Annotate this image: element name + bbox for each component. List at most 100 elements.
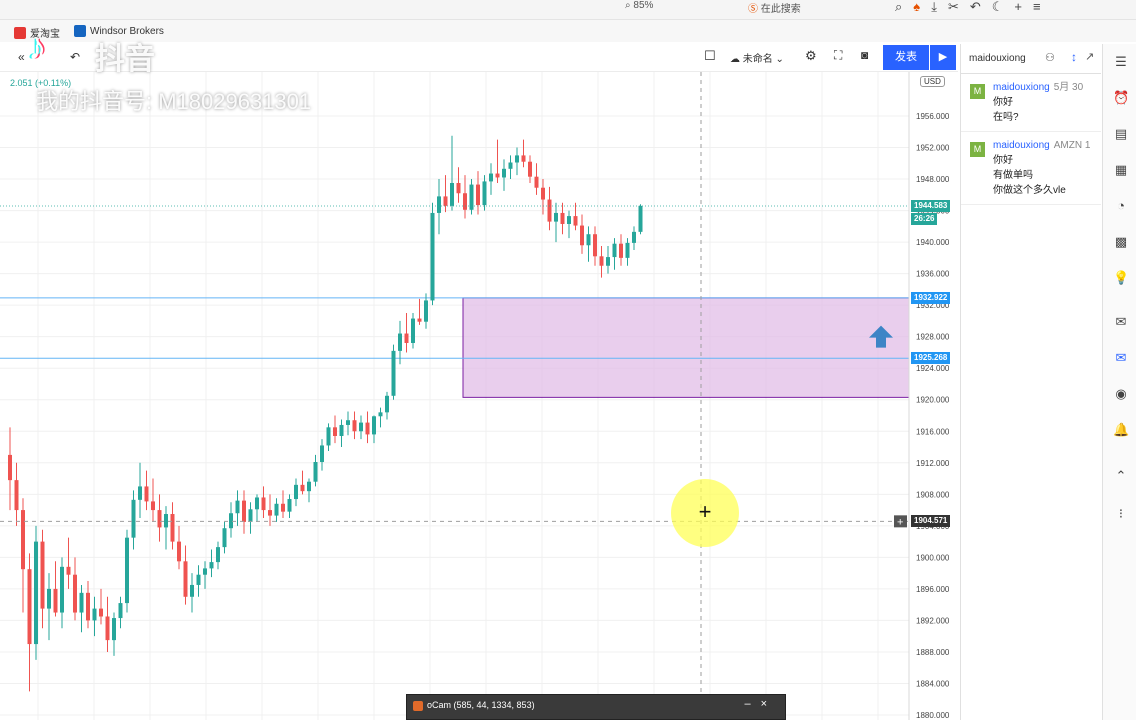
ocam-window[interactable]: oCam (585, 44, 1334, 853) –× (406, 694, 786, 720)
candle-body (261, 497, 266, 511)
currency-tag[interactable]: USD (920, 76, 945, 87)
candle-body (424, 300, 428, 322)
right-icon-sidebar: ☰ ⏰ ▤ ▦ ◔ ▩ 💡 ✉ ✉ ◉ 🔔 ⌃ ⁝ (1102, 44, 1136, 720)
messages-icon[interactable]: ✉ (1113, 350, 1129, 366)
more-icon[interactable]: ⁝ (1113, 506, 1129, 522)
play-icon[interactable]: ▶ (930, 45, 956, 70)
chevron-up-icon[interactable]: ⌃ (1113, 468, 1129, 484)
price-tag: 1925.268 (911, 352, 951, 365)
candle-body (404, 333, 409, 343)
candle-body (105, 616, 110, 641)
calendar-icon[interactable]: ▦ (1113, 162, 1129, 178)
candle-body (352, 420, 357, 432)
close-icon[interactable]: × (761, 698, 777, 710)
undo-icon[interactable]: ↶ (970, 0, 992, 14)
camera-icon[interactable]: ◙ (861, 48, 868, 62)
y-tick-label: 1896.000 (916, 585, 950, 594)
publish-button[interactable]: 发表 (883, 45, 929, 70)
candle-body (333, 427, 337, 436)
new-tab-icon[interactable]: + (1014, 0, 1033, 14)
candle-body (8, 454, 12, 481)
chat-message[interactable]: M maidouxiong 5月 30 你好 在吗? (961, 74, 1101, 132)
chart-icon[interactable]: ◔ (1113, 198, 1129, 214)
fullscreen-icon[interactable]: ⛶ (834, 48, 842, 63)
zoom-indicator[interactable]: ⌕ 85% (625, 0, 653, 11)
candle-body (463, 193, 467, 210)
price-chart[interactable]: + 1956.0001952.0001948.0001944.0001940.0… (0, 72, 958, 720)
search-icon[interactable]: ⌕ (895, 0, 913, 14)
add-user-icon[interactable]: ⚇ (1045, 51, 1055, 64)
candle-body (456, 182, 461, 194)
chat-line: 你做这个多久vle (993, 185, 1066, 196)
candle-body (599, 256, 604, 266)
settings-icon[interactable]: ⚙ (805, 48, 817, 64)
chat-message[interactable]: M maidouxiong AMZN 1 你好 有做单吗 你做这个多久vle (961, 132, 1101, 205)
zoom-value: 85% (633, 0, 654, 11)
candle-body (294, 484, 298, 500)
minimize-icon[interactable]: – (744, 698, 760, 710)
candle-body (300, 484, 305, 492)
candle-body (443, 196, 448, 206)
watermark-brand: 抖音 (95, 43, 155, 76)
sort-icon[interactable]: ↕ (1071, 50, 1077, 64)
download-icon[interactable]: ⤓ (931, 0, 948, 14)
candle-body (73, 574, 77, 613)
candle-body (411, 318, 415, 343)
back-icon[interactable]: « (18, 50, 25, 64)
candle-body (255, 497, 259, 510)
window-controls: –× (744, 698, 777, 710)
notification-icon[interactable]: 🔔 (1113, 422, 1129, 438)
watermark-account-id: 我的抖音号: M18029631301 (36, 89, 312, 114)
y-tick-label: 1900.000 (916, 553, 950, 562)
candle-body (365, 422, 370, 435)
layout-selector[interactable]: ☁ 未命名 ⌄ (730, 50, 784, 65)
grid-icon[interactable]: ▩ (1113, 234, 1129, 250)
candle-body (346, 420, 350, 425)
candle-body (281, 503, 285, 512)
idea-icon[interactable]: 💡 (1113, 270, 1129, 286)
candle-body (320, 445, 324, 463)
chat-icon[interactable]: ✉ (1113, 314, 1129, 330)
y-tick-label: 1948.000 (916, 175, 950, 184)
undo-icon[interactable]: ↶ (70, 50, 80, 64)
candle-body (14, 480, 19, 511)
scissors-icon[interactable]: ✂ (948, 0, 970, 14)
candle-body (66, 566, 71, 575)
chat-user[interactable]: maidouxiong (993, 82, 1050, 93)
browser-tools: ⌕♠⤓✂↶☾+≡ (895, 0, 1052, 15)
ocam-title: oCam (585, 44, 1334, 853) (427, 700, 535, 710)
menu-icon[interactable]: ≡ (1033, 0, 1052, 14)
candle-body (476, 184, 480, 206)
candle-body (177, 541, 181, 562)
candle-body (398, 333, 402, 351)
avatar: M (970, 84, 985, 99)
broadcast-icon[interactable]: ◉ (1113, 386, 1129, 402)
candle-body (216, 547, 220, 563)
candle-body (450, 182, 454, 206)
popout-icon[interactable]: ↗ (1085, 50, 1094, 63)
y-tick-label: 1956.000 (916, 112, 950, 121)
chat-line: 有做单吗 (993, 170, 1033, 181)
chat-meta: 5月 30 (1053, 82, 1084, 93)
game-icon[interactable]: ♠ (913, 0, 931, 14)
candle-body (541, 187, 545, 200)
list-icon[interactable]: ☰ (1113, 54, 1129, 70)
cloud-icon: ☁ (730, 54, 740, 65)
candle-body (430, 212, 435, 301)
chart-canvas[interactable]: + 1956.0001952.0001948.0001944.0001940.0… (0, 72, 958, 720)
candle-body (86, 592, 90, 621)
candle-body (547, 199, 552, 222)
browser-search[interactable]: Ⓢ 在此搜索 (748, 0, 801, 15)
chat-header: maidouxiong ⚇ ↕ ↗ (961, 44, 1101, 74)
candle-body (53, 588, 58, 613)
search-label: 在此搜索 (760, 4, 801, 15)
candle-body (417, 318, 422, 322)
chat-user[interactable]: maidouxiong (993, 140, 1050, 151)
news-icon[interactable]: ▤ (1113, 126, 1129, 142)
candle-body (287, 499, 292, 512)
alarm-icon[interactable]: ⏰ (1113, 90, 1129, 106)
candle-body (554, 212, 558, 222)
checkbox-icon[interactable]: ☐ (704, 48, 716, 64)
chat-line: 你好 (993, 155, 1013, 166)
moon-icon[interactable]: ☾ (992, 0, 1015, 14)
